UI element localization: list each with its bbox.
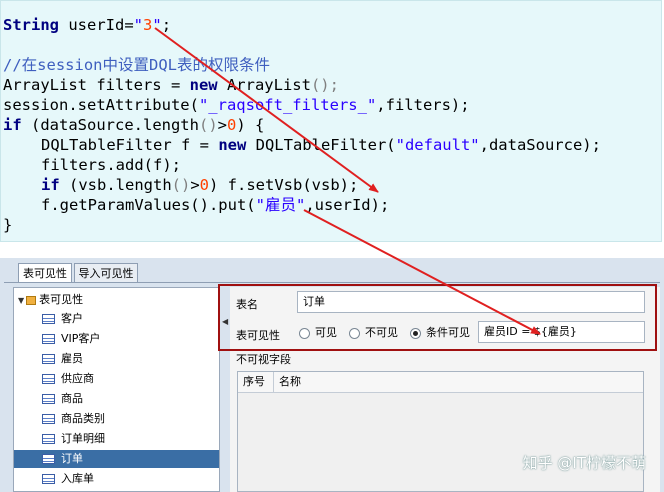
code-comment: //在session中设置DQL表的权限条件 — [3, 56, 270, 74]
table-icon — [42, 374, 55, 384]
tree-item[interactable]: 商品类别 — [42, 410, 105, 428]
table-icon — [42, 394, 55, 404]
table-icon — [42, 454, 55, 464]
code-line-7: filters.add(f); — [41, 156, 181, 174]
tree-root[interactable]: ▼ 表可见性 — [18, 292, 83, 308]
table-name-field[interactable]: 订单 — [297, 291, 645, 313]
table-icon — [42, 354, 55, 364]
radio-conditional[interactable]: 条件可见 — [410, 326, 470, 340]
code-line-4: session.setAttribute("_raqsoft_filters_"… — [3, 96, 470, 114]
table-tree: ▼ 表可见性 客户 VIP客户 雇员 供应商 商品 商品类别 订单明细 订单 入库… — [13, 287, 220, 492]
invisible-fields-table: 序号 名称 — [237, 371, 644, 492]
table-icon — [42, 474, 55, 484]
splitter-handle[interactable]: ◀ — [220, 287, 230, 492]
column-header-name[interactable]: 名称 — [274, 372, 643, 392]
tab-divider — [4, 282, 660, 283]
code-line-1: String userId="3"; — [3, 16, 172, 34]
tree-item[interactable]: 雇员 — [42, 350, 83, 368]
table-icon — [42, 334, 55, 344]
code-line-9: f.getParamValues().put("雇员",userId); — [41, 196, 390, 214]
code-line-3: ArrayList filters = new ArrayList(); — [3, 76, 339, 94]
tree-item-selected[interactable]: 订单 — [14, 450, 219, 468]
collapse-arrow-icon[interactable]: ◀ — [222, 317, 228, 326]
code-line-6: DQLTableFilter f = new DQLTableFilter("d… — [41, 136, 601, 154]
condition-field[interactable]: 雇员ID = ${雇员} — [478, 321, 645, 343]
radio-circle-icon[interactable] — [349, 327, 360, 339]
code-line-5: if (dataSource.length()>0) { — [3, 116, 265, 134]
invisible-fields-label: 不可视字段 — [236, 353, 291, 366]
radio-invisible[interactable]: 不可见 — [349, 326, 398, 340]
radio-visible[interactable]: 可见 — [299, 326, 337, 340]
table-name-label: 表名 — [236, 298, 258, 311]
tree-item[interactable]: VIP客户 — [42, 330, 100, 348]
code-line-8: if (vsb.length()>0) f.setVsb(vsb); — [41, 176, 359, 194]
tree-item[interactable]: 入库单 — [42, 470, 94, 488]
visibility-label: 表可见性 — [236, 329, 280, 342]
tree-item[interactable]: 客户 — [42, 310, 83, 328]
code-closing-brace: } — [3, 216, 13, 234]
code-panel: String userId="3"; //在session中设置DQL表的权限条… — [0, 0, 662, 242]
home-icon — [26, 295, 37, 305]
table-icon — [42, 414, 55, 424]
tree-root-label: 表可见性 — [39, 293, 84, 306]
tab-import-visibility[interactable]: 导入可见性 — [74, 263, 138, 282]
radio-selected-icon[interactable] — [410, 327, 421, 339]
table-icon — [42, 434, 55, 444]
watermark: 知乎 @IT柠檬不萌 — [522, 454, 646, 472]
tree-item[interactable]: 订单明细 — [42, 430, 105, 448]
radio-circle-icon[interactable] — [299, 327, 310, 339]
expand-triangle-icon[interactable]: ▼ — [18, 296, 24, 305]
tree-item[interactable]: 供应商 — [42, 370, 94, 388]
table-icon — [42, 314, 55, 324]
tree-item[interactable]: 商品 — [42, 390, 83, 408]
table-header: 序号 名称 — [238, 372, 643, 393]
tab-table-visibility[interactable]: 表可见性 — [18, 263, 72, 282]
column-header-index[interactable]: 序号 — [238, 372, 274, 392]
